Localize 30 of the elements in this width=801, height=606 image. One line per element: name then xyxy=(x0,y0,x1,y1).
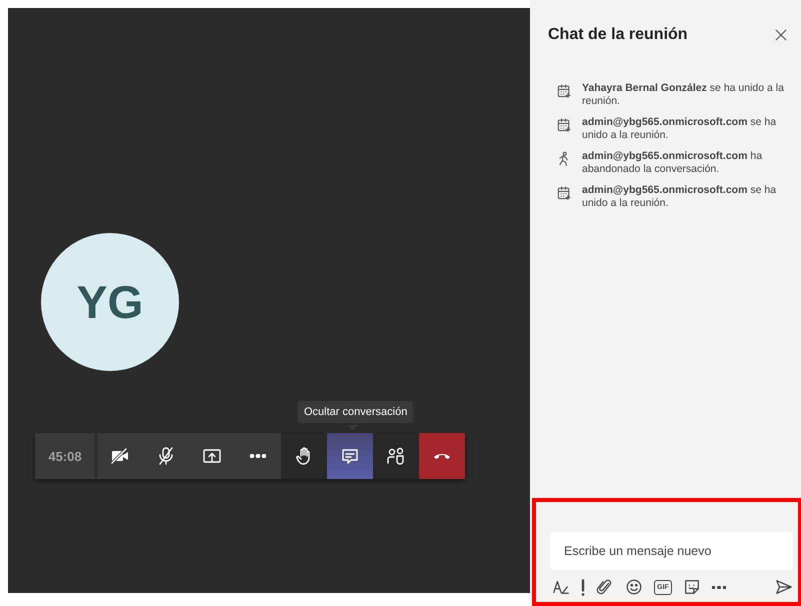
calendar-icon xyxy=(556,117,572,133)
more-icon xyxy=(250,454,266,458)
call-timer: 45:08 xyxy=(35,433,95,479)
send-icon xyxy=(775,578,793,596)
smiley-icon xyxy=(625,578,643,596)
calendar-icon xyxy=(556,83,572,99)
chat-button[interactable] xyxy=(327,433,373,479)
format-text-icon xyxy=(552,578,570,596)
chat-event-message: admin@ybg565.onmicrosoft.com se ha unido a la reunión. xyxy=(582,116,778,142)
camera-off-button[interactable] xyxy=(97,433,143,479)
more-button[interactable] xyxy=(235,433,281,479)
hand-button[interactable] xyxy=(281,433,327,479)
sticker-icon xyxy=(682,578,701,596)
people-button[interactable] xyxy=(373,433,419,479)
panel-title: Chat de la reunión xyxy=(548,26,688,44)
paperclip-icon xyxy=(596,578,614,596)
calendar-icon xyxy=(556,185,572,201)
people-icon xyxy=(386,446,406,466)
avatar: YG xyxy=(41,233,179,371)
hang-up-icon xyxy=(434,453,450,459)
tooltip: Ocultar conversación xyxy=(298,401,414,423)
camera-off-icon xyxy=(110,446,130,466)
chat-event-message: Yahayra Bernal González se ha unido a la reunión. xyxy=(582,82,785,108)
exclamation-icon xyxy=(581,578,585,596)
more-icon xyxy=(712,586,726,588)
chat-event-message: admin@ybg565.onmicrosoft.com ha abandonado la conversación. xyxy=(582,150,764,176)
message-input-field[interactable]: Escribe un mensaje nuevo xyxy=(550,532,793,570)
close-button[interactable] xyxy=(773,27,789,43)
close-icon xyxy=(773,27,789,43)
chat-event-message: admin@ybg565.onmicrosoft.com se ha unido a la reunión. xyxy=(582,184,778,210)
